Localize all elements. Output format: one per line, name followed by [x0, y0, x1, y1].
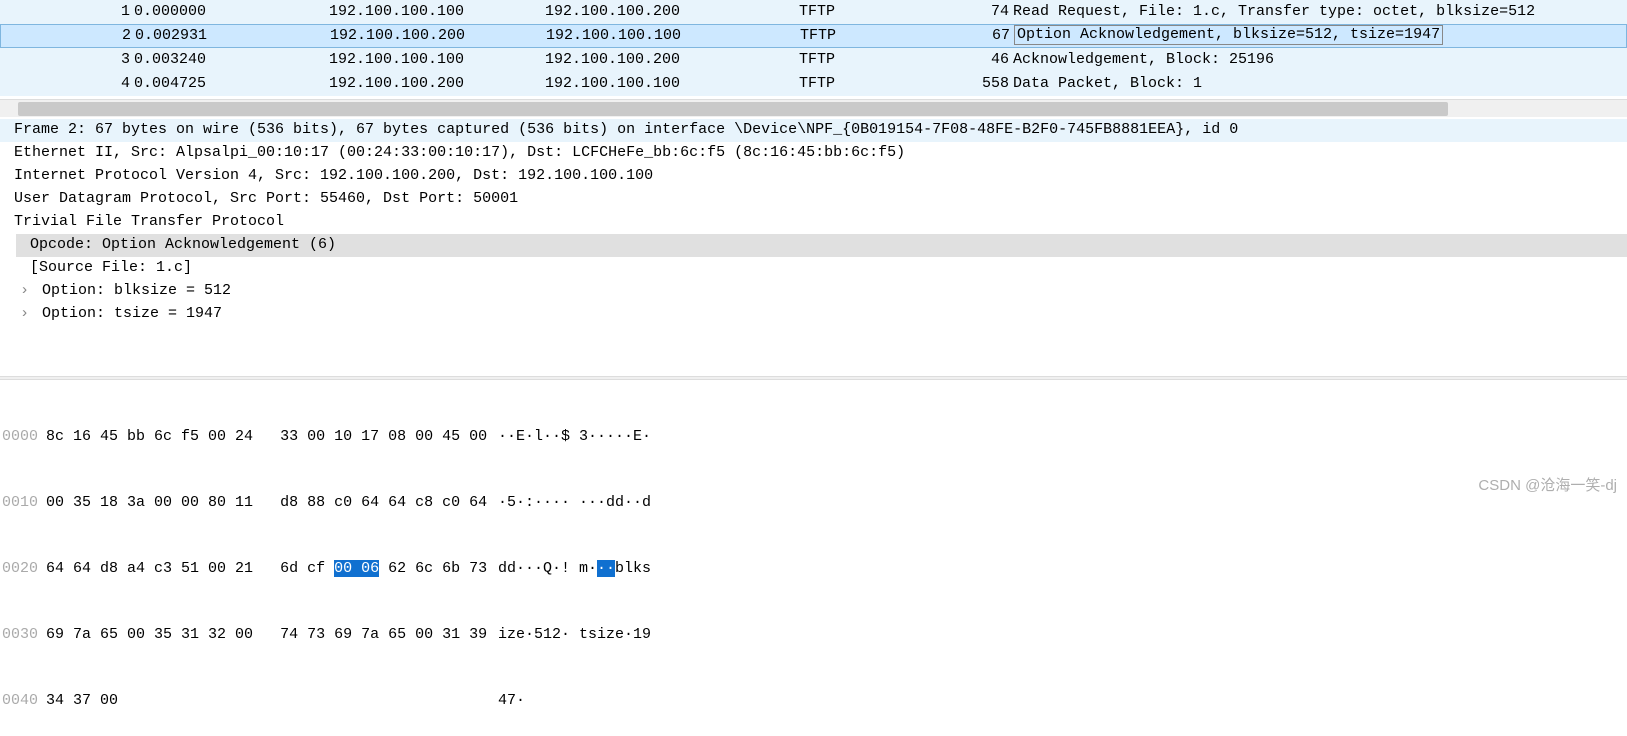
hex-offset: 0020: [2, 558, 46, 580]
info-highlight-box: Option Acknowledgement, blksize=512, tsi…: [1014, 25, 1443, 45]
packet-list[interactable]: 1 0.000000 192.100.100.100 192.100.100.2…: [0, 0, 1627, 99]
hex-bytes: 00 35 18 3a 00 00 80 11 d8 88 c0 64 64 c…: [46, 492, 498, 514]
col-source: 192.100.100.100: [329, 0, 545, 24]
col-no: 3: [0, 48, 134, 72]
col-time: 0.002931: [135, 25, 330, 47]
col-info: Option Acknowledgement, blksize=512, tsi…: [1014, 25, 1626, 47]
col-no: 1: [0, 0, 134, 24]
col-time: 0.000000: [134, 0, 329, 24]
col-destination: 192.100.100.100: [545, 72, 799, 96]
detail-ethernet[interactable]: Ethernet II, Src: Alpsalpi_00:10:17 (00:…: [14, 142, 1627, 165]
hex-ascii: ··E·l··$ 3·····E·: [498, 426, 651, 448]
hex-bytes: 64 64 d8 a4 c3 51 00 21 6d cf 00 06 62 6…: [46, 558, 498, 580]
expand-icon[interactable]: ›: [20, 280, 32, 302]
col-protocol: TFTP: [799, 0, 980, 24]
table-row-selected[interactable]: 2 0.002931 192.100.100.200 192.100.100.1…: [0, 24, 1627, 48]
col-destination: 192.100.100.200: [545, 0, 799, 24]
detail-tftp[interactable]: Trivial File Transfer Protocol: [14, 211, 1627, 234]
detail-frame[interactable]: Frame 2: 67 bytes on wire (536 bits), 67…: [0, 119, 1627, 142]
col-protocol: TFTP: [799, 72, 980, 96]
hex-row[interactable]: 004034 37 0047·: [2, 690, 1627, 712]
col-protocol: TFTP: [799, 48, 980, 72]
col-destination: 192.100.100.200: [545, 48, 799, 72]
col-time: 0.004725: [134, 72, 329, 96]
col-info: Data Packet, Block: 1: [1013, 72, 1627, 96]
hex-ascii: dd···Q·! m···blks: [498, 558, 651, 580]
detail-option-blksize[interactable]: ›Option: blksize = 512: [14, 280, 1627, 303]
detail-source-file[interactable]: [Source File: 1.c]: [14, 257, 1627, 280]
col-source: 192.100.100.100: [329, 48, 545, 72]
hex-offset: 0040: [2, 690, 46, 712]
col-time: 0.003240: [134, 48, 329, 72]
table-row[interactable]: 3 0.003240 192.100.100.100 192.100.100.2…: [0, 48, 1627, 72]
hex-offset: 0010: [2, 492, 46, 514]
hex-ascii: ize·512· tsize·19: [498, 624, 651, 646]
col-info: Acknowledgement, Block: 25196: [1013, 48, 1627, 72]
col-source: 192.100.100.200: [329, 72, 545, 96]
detail-option-tsize[interactable]: ›Option: tsize = 1947: [14, 303, 1627, 326]
hex-ascii: ·5·:···· ···dd··d: [498, 492, 651, 514]
col-length: 558: [980, 72, 1013, 96]
col-source: 192.100.100.200: [330, 25, 546, 47]
packet-details-pane[interactable]: Frame 2: 67 bytes on wire (536 bits), 67…: [0, 117, 1627, 356]
hex-row[interactable]: 003069 7a 65 00 35 31 32 00 74 73 69 7a …: [2, 624, 1627, 646]
hex-row[interactable]: 00008c 16 45 bb 6c f5 00 24 33 00 10 17 …: [2, 426, 1627, 448]
hex-row[interactable]: 001000 35 18 3a 00 00 80 11 d8 88 c0 64 …: [2, 492, 1627, 514]
detail-opcode-selected[interactable]: Opcode: Option Acknowledgement (6): [16, 234, 1627, 257]
detail-ip[interactable]: Internet Protocol Version 4, Src: 192.10…: [14, 165, 1627, 188]
col-no: 4: [0, 72, 134, 96]
hex-selected-ascii: ··: [597, 560, 615, 577]
expand-icon[interactable]: ›: [20, 303, 32, 325]
hex-dump-pane[interactable]: 00008c 16 45 bb 6c f5 00 24 33 00 10 17 …: [0, 380, 1627, 736]
hex-bytes: 8c 16 45 bb 6c f5 00 24 33 00 10 17 08 0…: [46, 426, 498, 448]
col-info: Read Request, File: 1.c, Transfer type: …: [1013, 0, 1627, 24]
col-destination: 192.100.100.100: [546, 25, 800, 47]
col-length: 67: [981, 25, 1014, 47]
hex-ascii: 47·: [498, 690, 525, 712]
col-length: 46: [980, 48, 1013, 72]
hex-selected-bytes: 00 06: [334, 560, 379, 577]
hex-offset: 0030: [2, 624, 46, 646]
table-row[interactable]: 4 0.004725 192.100.100.200 192.100.100.1…: [0, 72, 1627, 96]
col-protocol: TFTP: [800, 25, 981, 47]
hex-offset: 0000: [2, 426, 46, 448]
detail-udp[interactable]: User Datagram Protocol, Src Port: 55460,…: [14, 188, 1627, 211]
hex-row[interactable]: 002064 64 d8 a4 c3 51 00 21 6d cf 00 06 …: [2, 558, 1627, 580]
scrollbar-thumb[interactable]: [18, 102, 1448, 116]
col-no: 2: [1, 25, 135, 47]
col-length: 74: [980, 0, 1013, 24]
table-row[interactable]: 1 0.000000 192.100.100.100 192.100.100.2…: [0, 0, 1627, 24]
hex-bytes: 69 7a 65 00 35 31 32 00 74 73 69 7a 65 0…: [46, 624, 498, 646]
hex-bytes: 34 37 00: [46, 690, 498, 712]
horizontal-scrollbar[interactable]: [0, 99, 1627, 117]
